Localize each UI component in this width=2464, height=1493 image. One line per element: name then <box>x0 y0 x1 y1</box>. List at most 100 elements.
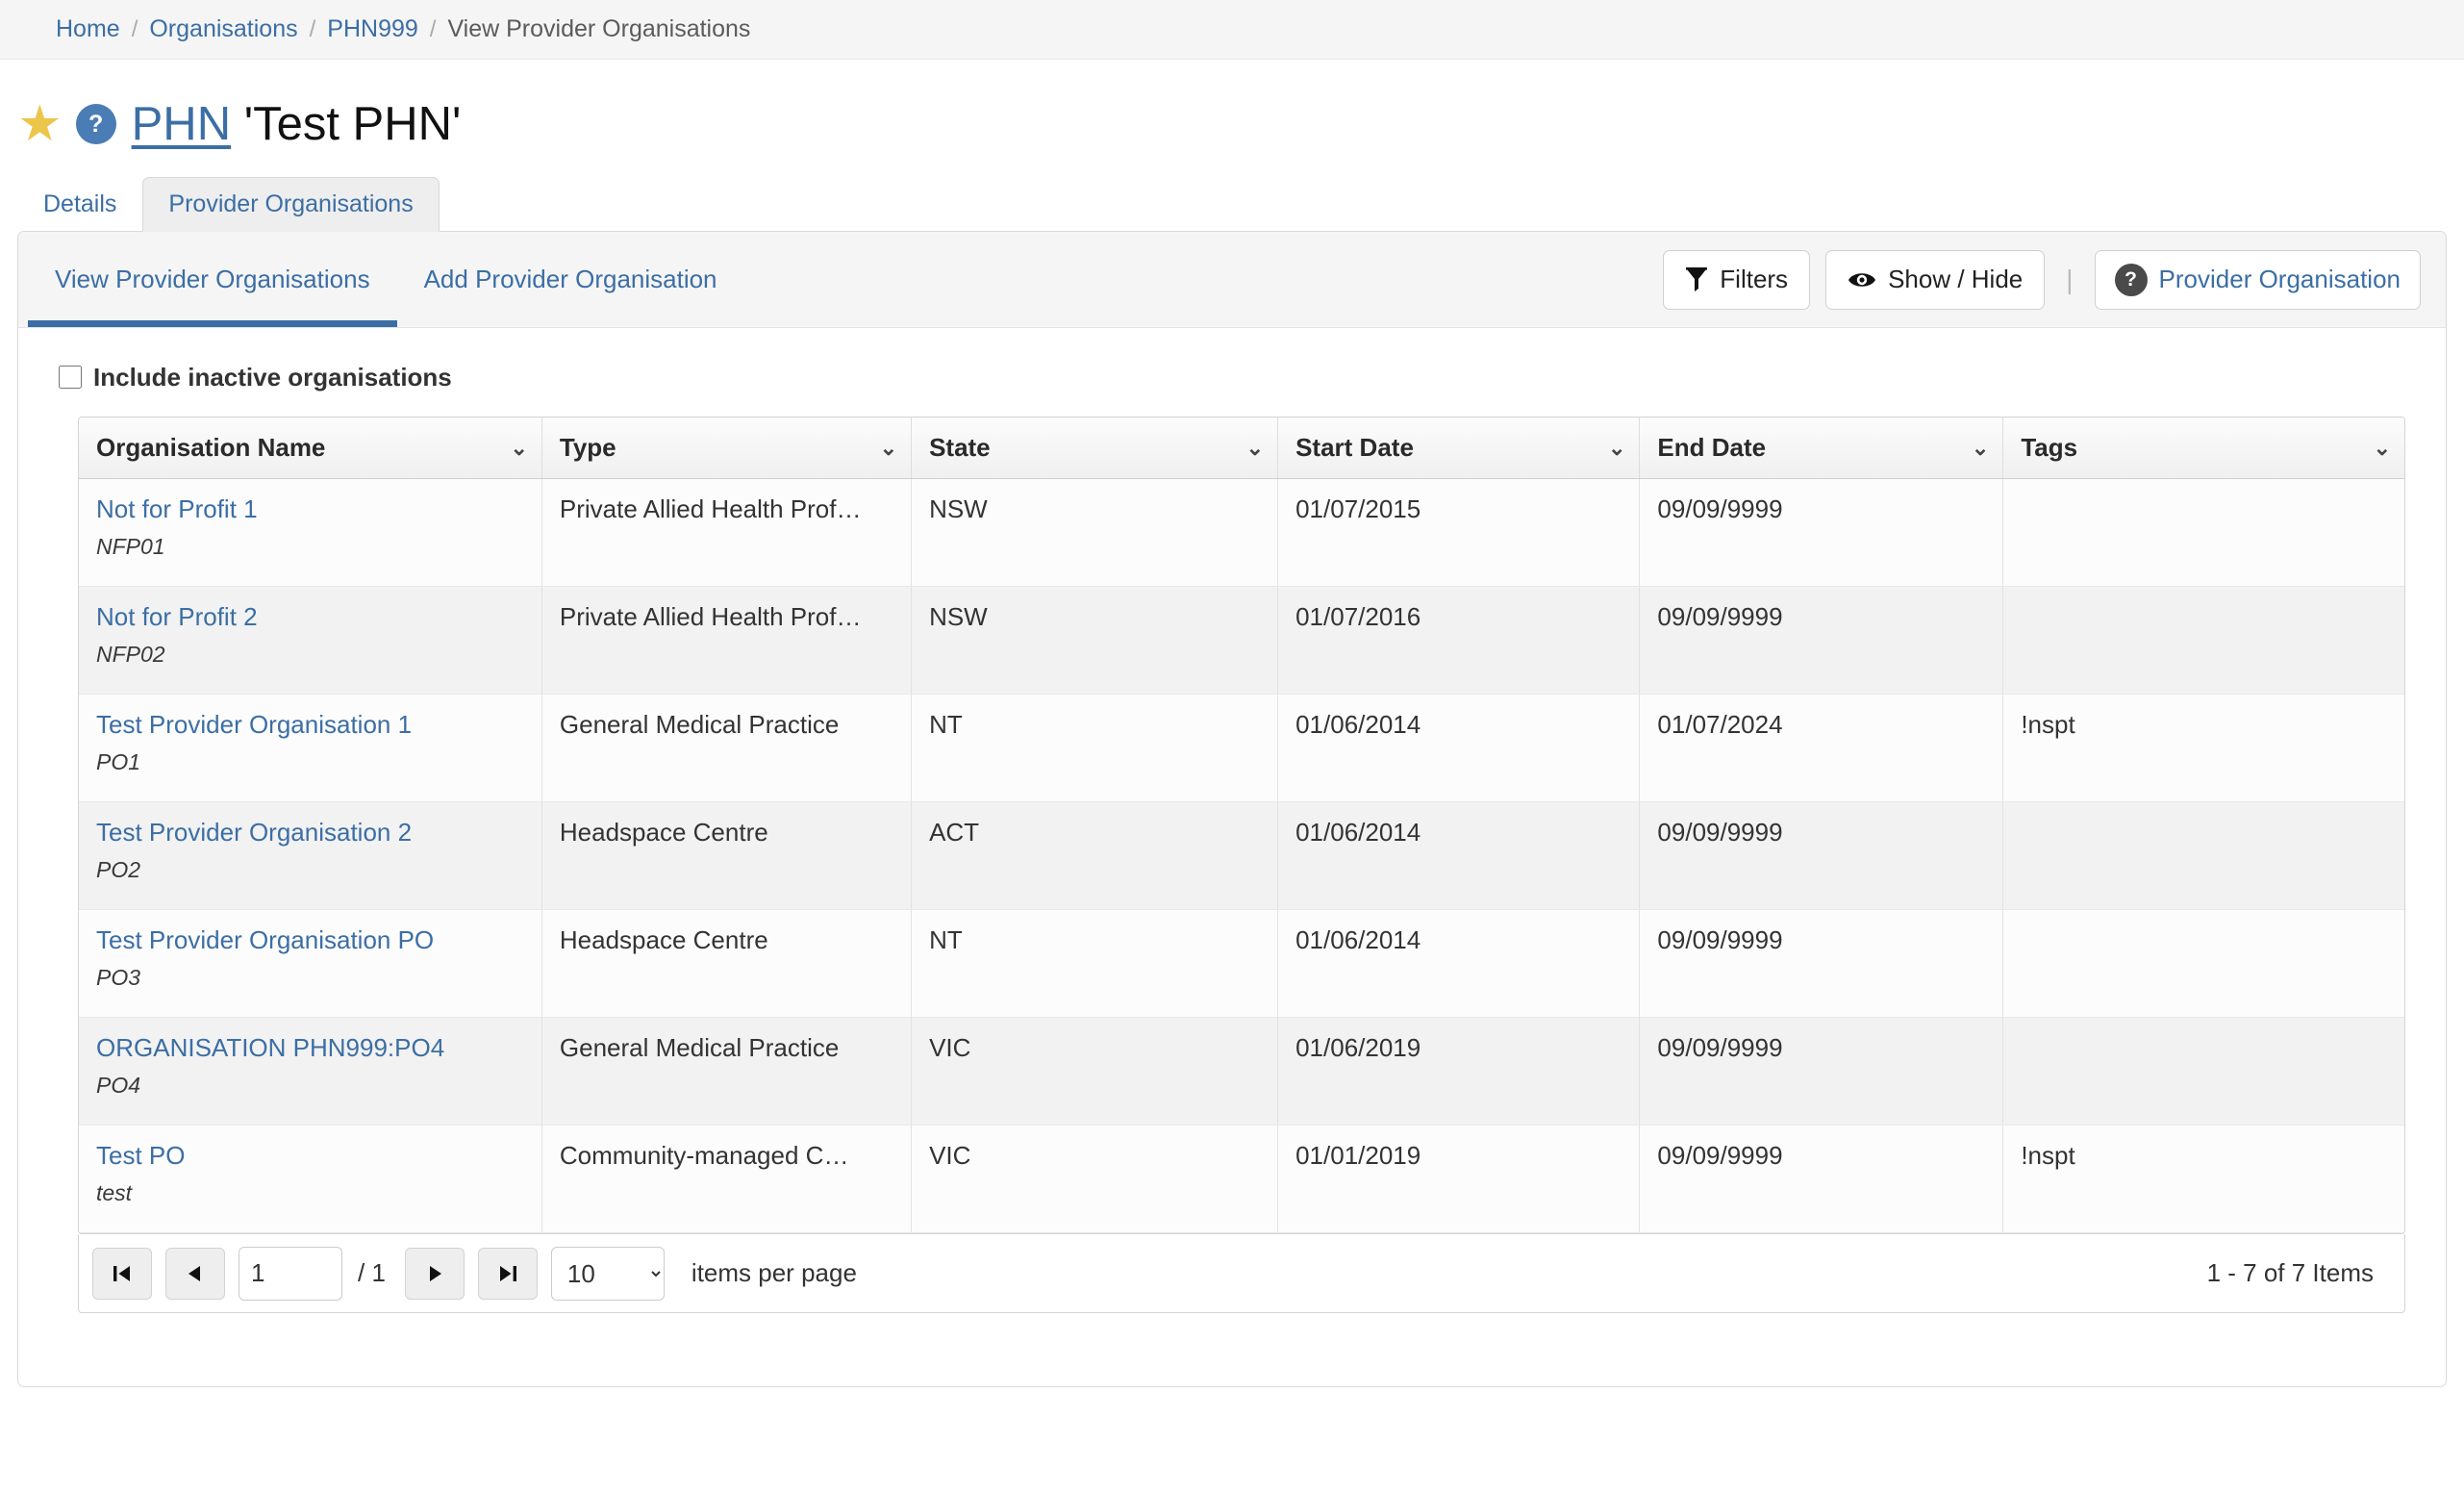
eye-icon <box>1848 269 1876 291</box>
subtab-view-provider-organisations[interactable]: View Provider Organisations <box>28 232 397 327</box>
column-header-end-date[interactable]: End Date ⌄ <box>1639 418 2004 479</box>
tab-provider-organisations[interactable]: Provider Organisations <box>142 176 440 232</box>
column-header-label: Start Date <box>1295 433 1414 462</box>
cell-start-date: 01/06/2014 <box>1277 801 1641 910</box>
cell-organisation-name: Test Provider Organisation 2 PO2 <box>79 801 542 910</box>
table-row[interactable]: Test Provider Organisation 1 PO1 General… <box>79 694 2404 802</box>
cell-tags: !nspt <box>2002 694 2404 802</box>
panel-toolbar: View Provider Organisations Add Provider… <box>18 232 2446 328</box>
cell-tags <box>2002 801 2404 910</box>
table-row[interactable]: Test Provider Organisation PO PO3 Headsp… <box>79 909 2404 1018</box>
cell-type: Headspace Centre <box>541 801 913 910</box>
toolbar-actions: Filters Show / Hide | ? Provider Organis… <box>1663 249 2421 310</box>
filters-button[interactable]: Filters <box>1663 249 1811 310</box>
organisation-code: test <box>96 1180 133 1205</box>
next-page-button[interactable] <box>404 1247 465 1300</box>
subtab-add-provider-organisation[interactable]: Add Provider Organisation <box>397 232 744 327</box>
table-body: Not for Profit 1 NFP01 Private Allied He… <box>79 478 2404 1233</box>
cell-type: Private Allied Health Prof… <box>541 478 913 587</box>
cell-type: General Medical Practice <box>541 694 913 802</box>
table-header-row: Organisation Name ⌄ Type ⌄ State ⌄ Start… <box>79 418 2404 479</box>
cell-tags <box>2002 1017 2404 1126</box>
cell-end-date: 09/09/9999 <box>1639 586 2004 695</box>
question-mark-icon: ? <box>2114 263 2148 296</box>
cell-organisation-name: Not for Profit 2 NFP02 <box>79 586 542 695</box>
provider-organisations-table: Organisation Name ⌄ Type ⌄ State ⌄ Start… <box>79 418 2404 1233</box>
tab-details[interactable]: Details <box>17 177 142 233</box>
breadcrumb-separator: / <box>429 15 437 42</box>
chevron-down-icon[interactable]: ⌄ <box>1246 437 1264 459</box>
chevron-down-icon[interactable]: ⌄ <box>880 437 897 459</box>
column-header-start-date[interactable]: Start Date ⌄ <box>1277 418 1641 479</box>
items-per-page-label: items per page <box>691 1258 857 1287</box>
first-page-button[interactable] <box>92 1247 152 1300</box>
cell-type: Community-managed C… <box>541 1125 913 1233</box>
provider-organisation-help-button[interactable]: ? Provider Organisation <box>2094 249 2421 310</box>
chevron-down-icon[interactable]: ⌄ <box>510 437 527 459</box>
column-header-type[interactable]: Type ⌄ <box>541 418 913 479</box>
cell-start-date: 01/06/2014 <box>1277 694 1641 802</box>
organisation-code: PO1 <box>96 749 141 774</box>
cell-state: VIC <box>911 1125 1279 1233</box>
cell-end-date: 09/09/9999 <box>1639 478 2004 587</box>
cell-type: Private Allied Health Prof… <box>541 586 913 695</box>
show-hide-button[interactable]: Show / Hide <box>1825 249 2046 310</box>
table-row[interactable]: Not for Profit 2 NFP02 Private Allied He… <box>79 586 2404 695</box>
show-hide-button-label: Show / Hide <box>1888 265 2024 293</box>
provider-organisation-help-label: Provider Organisation <box>2158 265 2401 293</box>
filters-button-label: Filters <box>1720 265 1789 293</box>
last-page-button[interactable] <box>477 1247 538 1300</box>
cell-start-date: 01/01/2019 <box>1277 1125 1641 1233</box>
column-header-label: Type <box>559 433 616 462</box>
include-inactive-label[interactable]: Include inactive organisations <box>93 363 452 392</box>
organisation-name-link[interactable]: Test Provider Organisation PO <box>96 925 528 955</box>
breadcrumb-item-home[interactable]: Home <box>56 15 120 43</box>
page-title-entity-name: 'Test PHN' <box>243 98 462 150</box>
column-header-tags[interactable]: Tags ⌄ <box>2002 418 2404 479</box>
column-header-label: End Date <box>1657 433 1767 462</box>
page-number-input[interactable] <box>239 1246 342 1301</box>
chevron-down-icon[interactable]: ⌄ <box>1608 437 1625 459</box>
breadcrumb-separator: / <box>309 15 316 42</box>
table-row[interactable]: Test PO test Community-managed C… VIC 01… <box>79 1125 2404 1233</box>
previous-page-button[interactable] <box>165 1247 225 1300</box>
organisation-code: PO2 <box>96 857 141 882</box>
page-title-entity-link[interactable]: PHN <box>132 98 231 150</box>
star-icon[interactable]: ★ <box>17 99 63 149</box>
organisation-name-link[interactable]: Test Provider Organisation 2 <box>96 818 528 848</box>
chevron-down-icon[interactable]: ⌄ <box>2374 437 2391 459</box>
organisation-name-link[interactable]: Test PO <box>96 1141 528 1171</box>
table-row[interactable]: ORGANISATION PHN999:PO4 PO4 General Medi… <box>79 1017 2404 1126</box>
cell-state: NSW <box>911 478 1279 587</box>
cell-state: VIC <box>911 1017 1279 1126</box>
table-row[interactable]: Test Provider Organisation 2 PO2 Headspa… <box>79 801 2404 910</box>
organisation-name-link[interactable]: Not for Profit 2 <box>96 602 528 632</box>
cell-end-date: 01/07/2024 <box>1639 694 2004 802</box>
breadcrumb-item-current: View Provider Organisations <box>447 15 751 42</box>
help-icon[interactable]: ? <box>75 104 116 144</box>
organisation-name-link[interactable]: ORGANISATION PHN999:PO4 <box>96 1033 528 1063</box>
page-total-label: / 1 <box>358 1258 386 1287</box>
cell-organisation-name: Test Provider Organisation PO PO3 <box>79 909 542 1018</box>
column-header-label: Tags <box>2021 433 2078 462</box>
cell-start-date: 01/07/2016 <box>1277 586 1641 695</box>
organisation-name-link[interactable]: Test Provider Organisation 1 <box>96 710 528 740</box>
provider-organisations-table-wrapper: Organisation Name ⌄ Type ⌄ State ⌄ Start… <box>78 417 2405 1234</box>
include-inactive-checkbox[interactable] <box>59 366 82 389</box>
organisation-name-link[interactable]: Not for Profit 1 <box>96 494 528 524</box>
column-header-organisation-name[interactable]: Organisation Name ⌄ <box>79 418 542 479</box>
filter-icon <box>1685 266 1708 292</box>
column-header-state[interactable]: State ⌄ <box>911 418 1279 479</box>
page-size-select[interactable]: 102050100 <box>550 1246 665 1301</box>
chevron-down-icon[interactable]: ⌄ <box>1972 437 1989 459</box>
breadcrumb-item-organisations[interactable]: Organisations <box>149 15 297 43</box>
cell-start-date: 01/07/2015 <box>1277 478 1641 587</box>
item-range-label: 1 - 7 of 7 Items <box>2206 1258 2374 1287</box>
pagination-bar: / 1 102050100 items per page 1 - 7 of 7 … <box>78 1234 2405 1313</box>
main-tabs: Details Provider Organisations <box>0 173 2464 233</box>
cell-tags <box>2002 909 2404 1018</box>
cell-state: NT <box>911 909 1279 1018</box>
organisation-code: PO4 <box>96 1073 141 1098</box>
table-row[interactable]: Not for Profit 1 NFP01 Private Allied He… <box>79 478 2404 587</box>
breadcrumb-item-phn999[interactable]: PHN999 <box>327 15 418 43</box>
